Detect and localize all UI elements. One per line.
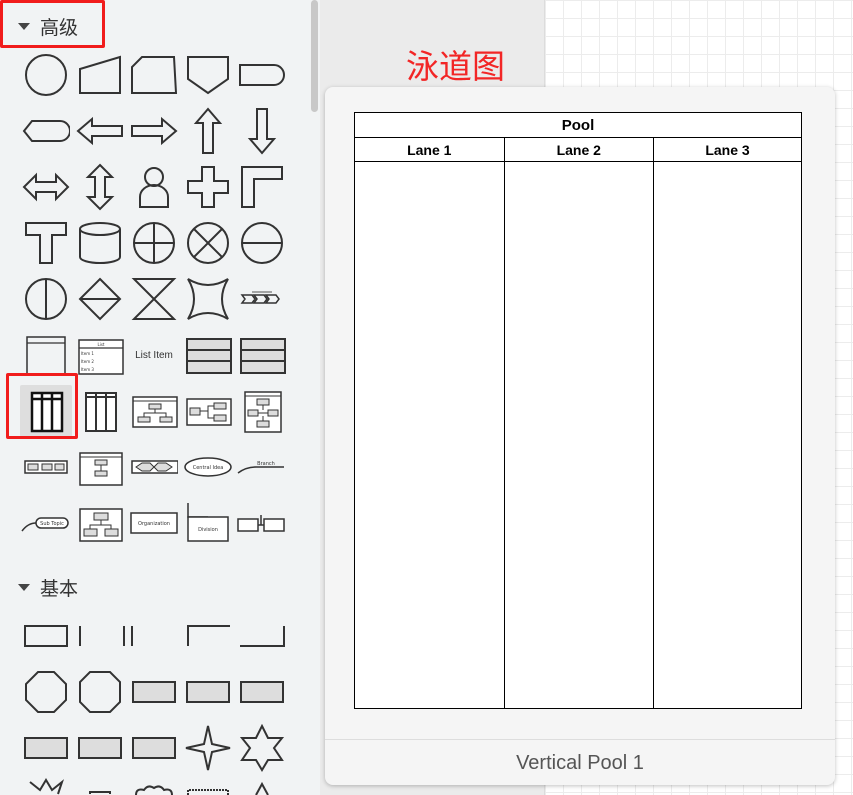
lane-header-2: Lane 2: [504, 138, 653, 162]
list-item-3-text: Item 3: [81, 367, 94, 372]
org-chart-shape-icon[interactable]: [74, 497, 126, 549]
list-item-2-text: Item 2: [81, 359, 94, 364]
horizontal-list-shape-icon[interactable]: [182, 329, 234, 381]
pool-preview: Pool Lane 1 Lane 2 Lane 3: [354, 112, 802, 709]
up-down-arrow-shape-icon[interactable]: [74, 161, 126, 213]
sort-shape-icon[interactable]: [74, 273, 126, 325]
star-four-shape-icon[interactable]: [182, 722, 234, 774]
left-arrow-shape-icon[interactable]: [74, 105, 126, 157]
highlight-vertical-pool: [6, 373, 78, 439]
central-idea-text: Central Idea: [193, 465, 224, 471]
top-left-corner-shape-icon[interactable]: [182, 610, 234, 662]
octagon-shape-icon[interactable]: [20, 666, 72, 718]
step-arrows-shape-icon[interactable]: [236, 273, 288, 325]
gray-rect-5-shape-icon[interactable]: [74, 722, 126, 774]
lane-2: Lane 2: [504, 138, 654, 708]
up-arrow-shape-icon[interactable]: [182, 105, 234, 157]
gray-rect-3-shape-icon[interactable]: [236, 666, 288, 718]
list-shape-icon[interactable]: List Item 1 Item 2 Item 3: [74, 329, 126, 381]
sub-topic-shape[interactable]: Sub Topic: [20, 497, 72, 549]
collate-shape-icon[interactable]: [128, 273, 180, 325]
list-item-shape[interactable]: List Item: [126, 329, 182, 381]
division-text: Division: [198, 527, 218, 533]
sub-topic-text: Sub Topic: [40, 521, 64, 527]
cross-shape-icon[interactable]: [182, 161, 234, 213]
offpage-connector-shape-icon[interactable]: [182, 49, 234, 101]
small-rect-shape-icon[interactable]: [74, 778, 126, 795]
star-six-shape-icon[interactable]: [236, 722, 288, 774]
division-shape[interactable]: Division: [182, 497, 234, 549]
rectangle-shape-icon[interactable]: [20, 610, 72, 662]
vertical-line-circle-shape-icon[interactable]: [20, 273, 72, 325]
horizontal-tree-shape-icon[interactable]: [182, 385, 234, 437]
gray-rect-4-shape-icon[interactable]: [20, 722, 72, 774]
right-arrow-shape-icon[interactable]: [128, 105, 180, 157]
shape-preview-tooltip: Pool Lane 1 Lane 2 Lane 3 Vertical Pool …: [325, 87, 835, 785]
pool-title: Pool: [355, 113, 801, 138]
vertical-lanes-shape-icon[interactable]: [74, 385, 126, 437]
branch-text: Branch: [257, 461, 275, 467]
lane-1: Lane 1: [355, 138, 505, 708]
gray-rect-6-shape-icon[interactable]: [128, 722, 180, 774]
section-header-basic[interactable]: 基本: [18, 572, 78, 602]
tooltip-divider: [325, 739, 835, 740]
list-item-1-text: Item 1: [81, 351, 94, 356]
left-right-arrow-shape-icon[interactable]: [20, 161, 72, 213]
star-four-curve-shape-icon[interactable]: [182, 273, 234, 325]
gray-rect-shape-icon[interactable]: [128, 666, 180, 718]
delay-shape-icon[interactable]: [236, 49, 288, 101]
display-shape-icon[interactable]: [20, 105, 72, 157]
annotation-label: 泳道图: [406, 47, 505, 86]
gray-rect-2-shape-icon[interactable]: [182, 666, 234, 718]
line-circle-shape-icon[interactable]: [236, 217, 288, 269]
corner-shape-icon[interactable]: [236, 161, 288, 213]
section-title-basic: 基本: [40, 578, 79, 600]
tooltip-caption: Vertical Pool 1: [516, 752, 644, 774]
branch-shape[interactable]: Branch: [236, 441, 288, 493]
triangle-shape-icon[interactable]: [236, 778, 288, 795]
cylinder-shape-icon[interactable]: [74, 217, 126, 269]
tee-shape-icon[interactable]: [20, 217, 72, 269]
double-line-shape-icon[interactable]: [102, 610, 154, 662]
or-circle-shape-icon[interactable]: [128, 217, 180, 269]
mindmap-horizontal-shape-icon[interactable]: [128, 441, 180, 493]
circle-shape-icon[interactable]: [20, 49, 72, 101]
caret-down-icon: [18, 583, 30, 591]
organization-text: Organization: [138, 521, 170, 527]
down-arrow-shape-icon[interactable]: [236, 105, 288, 157]
dashed-rect-shape-icon[interactable]: [182, 778, 234, 795]
sum-circle-shape-icon[interactable]: [182, 217, 234, 269]
horizontal-pool-shape-icon[interactable]: [236, 329, 288, 381]
lane-3: Lane 3: [654, 138, 801, 708]
sidebar-scrollbar-thumb[interactable]: [311, 0, 318, 112]
cloud-shape-icon[interactable]: [128, 778, 180, 795]
card-shape-icon[interactable]: [128, 49, 180, 101]
corner-cut-rect-shape-icon[interactable]: [74, 666, 126, 718]
highlight-advanced-section: [0, 0, 105, 48]
actor-shape-icon[interactable]: [128, 161, 180, 213]
list-item-label: List Item: [135, 349, 173, 361]
vertical-flow-shape-icon[interactable]: [74, 441, 126, 493]
vertical-tree-shape-icon[interactable]: [236, 385, 288, 437]
organization-shape[interactable]: Organization: [126, 497, 182, 549]
sidebar-scrollbar[interactable]: [310, 0, 320, 795]
horizontal-flow-shape-icon[interactable]: [20, 441, 72, 493]
assistant-shape-icon[interactable]: [236, 497, 288, 549]
bottom-corner-shape-icon[interactable]: [236, 610, 288, 662]
star-shape-icon[interactable]: [20, 778, 72, 795]
lane-header-1: Lane 1: [355, 138, 504, 162]
tree-container-shape-icon[interactable]: [128, 385, 180, 437]
lane-header-3: Lane 3: [654, 138, 801, 162]
central-idea-shape[interactable]: Central Idea: [180, 441, 236, 493]
list-header-text: List: [98, 342, 105, 347]
manual-input-shape-icon[interactable]: [74, 49, 126, 101]
